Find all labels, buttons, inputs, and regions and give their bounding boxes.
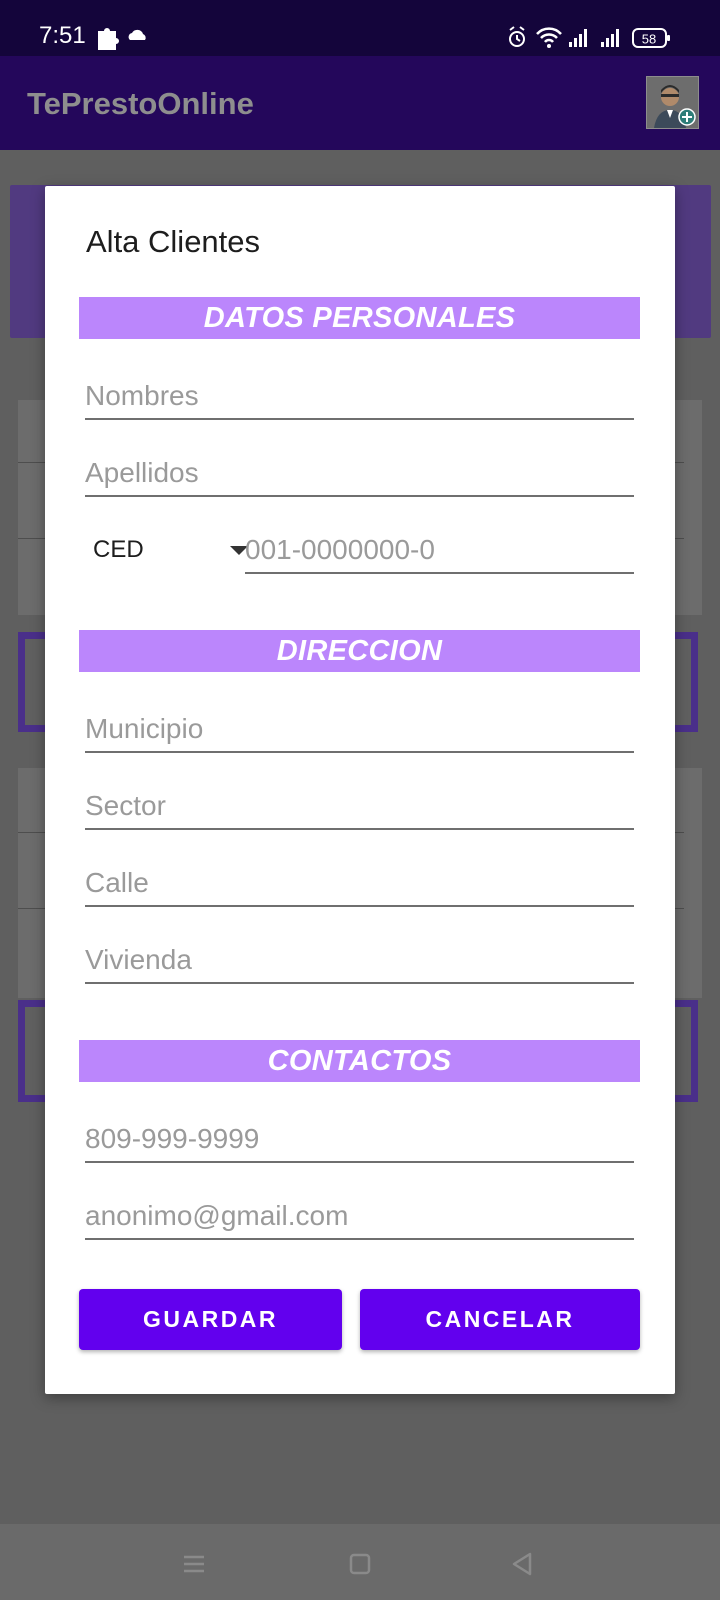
app-title: TePrestoOnline bbox=[27, 86, 254, 121]
apellidos-input[interactable] bbox=[85, 457, 634, 489]
municipio-field[interactable] bbox=[85, 705, 634, 753]
calle-input[interactable] bbox=[85, 867, 634, 899]
cancel-button[interactable]: CANCELAR bbox=[360, 1289, 640, 1350]
wifi-icon bbox=[536, 27, 562, 48]
battery-level: 58 bbox=[642, 32, 656, 47]
document-type-select[interactable]: CED bbox=[85, 526, 248, 572]
document-type-value: CED bbox=[93, 536, 144, 563]
apellidos-field[interactable] bbox=[85, 449, 634, 497]
add-client-dialog: Alta Clientes DATOS PERSONALES CED DIREC… bbox=[45, 186, 675, 1394]
vivienda-input[interactable] bbox=[85, 944, 634, 976]
calle-field[interactable] bbox=[85, 859, 634, 907]
status-bar: 7:51 58 bbox=[0, 0, 720, 56]
email-field[interactable] bbox=[85, 1192, 634, 1240]
email-input[interactable] bbox=[85, 1200, 634, 1232]
cloud-icon bbox=[128, 29, 146, 40]
navigation-bar bbox=[0, 1524, 720, 1600]
alarm-icon bbox=[509, 26, 525, 47]
status-time: 7:51 bbox=[39, 22, 86, 49]
nombres-field[interactable] bbox=[85, 372, 634, 420]
sector-field[interactable] bbox=[85, 782, 634, 830]
notification-icons bbox=[98, 28, 146, 50]
signal-icon-2 bbox=[601, 29, 619, 47]
document-number-field[interactable] bbox=[245, 526, 634, 574]
dialog-title: Alta Clientes bbox=[86, 224, 261, 259]
signal-icon-1 bbox=[569, 29, 587, 47]
add-user-avatar-icon[interactable] bbox=[646, 76, 699, 129]
back-icon[interactable] bbox=[502, 1544, 542, 1584]
municipio-input[interactable] bbox=[85, 713, 634, 745]
section-contacts: CONTACTOS bbox=[79, 1040, 640, 1082]
section-personal-data: DATOS PERSONALES bbox=[79, 297, 640, 339]
battery-icon: 58 bbox=[632, 28, 670, 48]
system-status-icons: 58 bbox=[509, 26, 670, 48]
sector-input[interactable] bbox=[85, 790, 634, 822]
phone-field[interactable] bbox=[85, 1115, 634, 1163]
puzzle-icon bbox=[98, 28, 119, 50]
save-button[interactable]: GUARDAR bbox=[79, 1289, 342, 1350]
nombres-input[interactable] bbox=[85, 380, 634, 412]
home-icon[interactable] bbox=[340, 1544, 380, 1584]
vivienda-field[interactable] bbox=[85, 936, 634, 984]
phone-input[interactable] bbox=[85, 1123, 634, 1155]
document-number-input[interactable] bbox=[245, 534, 634, 566]
menu-icon[interactable] bbox=[174, 1544, 214, 1584]
section-address: DIRECCION bbox=[79, 630, 640, 672]
